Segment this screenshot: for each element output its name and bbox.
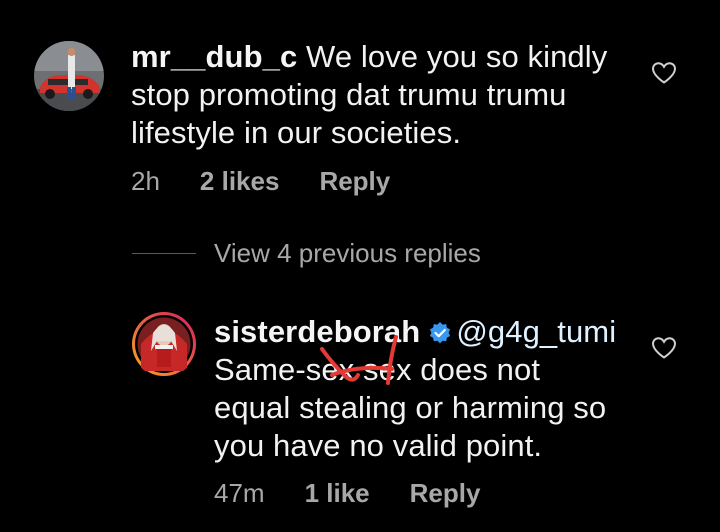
likes-count[interactable]: 1 like (305, 478, 370, 509)
heart-outline-icon[interactable] (651, 336, 677, 360)
avatar-story-ring (132, 312, 196, 376)
comment-line: stop promoting dat trumu trumu (131, 77, 567, 112)
avatar[interactable] (34, 41, 104, 111)
verified-badge-icon (430, 322, 451, 344)
timestamp: 47m (214, 478, 265, 508)
reply-text: sisterdeborah @g4g_tumi Same-sex sex doe… (214, 313, 684, 465)
view-replies-label[interactable]: View 4 previous replies (214, 238, 481, 269)
mention-link[interactable]: @g4g_tumi (456, 314, 616, 349)
timestamp: 2h (131, 166, 160, 196)
reply-button[interactable]: Reply (410, 478, 481, 509)
reply-meta: 47m 1 like Reply (214, 478, 480, 509)
reply-line: Same-sex sex does not (214, 352, 541, 387)
divider-line (132, 253, 196, 254)
avatar-car-photo (34, 41, 104, 111)
username-link[interactable]: mr__dub_c (131, 39, 297, 74)
avatar[interactable] (131, 311, 197, 377)
comment-meta: 2h 2 likes Reply (131, 166, 390, 197)
heart-outline-icon[interactable] (651, 61, 677, 85)
comment-line: We love you so kindly (297, 39, 608, 74)
likes-count[interactable]: 2 likes (200, 166, 280, 197)
reply-button[interactable]: Reply (319, 166, 390, 197)
comment-text: mr__dub_c We love you so kindly stop pro… (131, 38, 651, 152)
reply-line: equal stealing or harming so (214, 390, 607, 425)
comment-line: lifestyle in our societies. (131, 115, 462, 150)
reply-line: you have no valid point. (214, 428, 543, 463)
username-link[interactable]: sisterdeborah (214, 314, 420, 349)
view-previous-replies[interactable]: View 4 previous replies (132, 238, 481, 269)
